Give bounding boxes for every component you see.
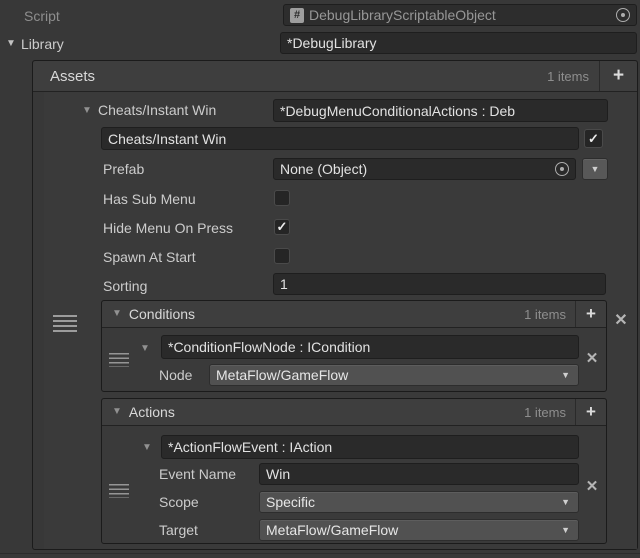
assets-add-button[interactable]: +	[599, 61, 637, 91]
cheats-foldout-icon[interactable]: ▼	[82, 105, 92, 117]
drag-handle[interactable]	[109, 353, 129, 367]
assets-title: Assets	[50, 67, 96, 85]
conditions-header: ▼ Conditions 1 items +	[102, 301, 606, 328]
actions-header: ▼ Actions 1 items +	[102, 399, 606, 426]
sorting-value: 1	[280, 276, 288, 292]
enabled-checkbox[interactable]: ✓	[584, 129, 603, 148]
node-label: Node	[159, 367, 193, 383]
object-picker-icon[interactable]	[555, 162, 569, 176]
condition-type-value: *ConditionFlowNode : ICondition	[168, 339, 371, 355]
spawn-at-start-checkbox[interactable]	[274, 248, 290, 264]
actions-title: Actions	[128, 404, 175, 420]
condition-remove-button[interactable]: ✕	[582, 349, 602, 369]
sorting-label: Sorting	[103, 278, 148, 294]
library-label: Library	[21, 36, 64, 52]
target-label: Target	[159, 522, 198, 538]
has-sub-menu-checkbox[interactable]	[274, 190, 290, 206]
assets-header: Assets 1 items +	[33, 61, 637, 92]
event-name-label: Event Name	[159, 466, 237, 482]
drag-handle[interactable]	[53, 315, 77, 332]
bottom-separator	[0, 553, 640, 554]
cheats-foldout-label: Cheats/Instant Win	[98, 102, 217, 118]
scope-label: Scope	[159, 494, 199, 510]
hide-menu-on-press-label: Hide Menu On Press	[103, 220, 233, 236]
action-item-foldout-icon[interactable]: ▼	[142, 442, 152, 454]
script-object-value: DebugLibraryScriptableObject	[309, 7, 496, 23]
menu-name-value: Cheats/Instant Win	[108, 130, 227, 147]
actions-count: 1 items	[524, 404, 566, 420]
object-picker-icon[interactable]	[616, 8, 630, 22]
condition-item-foldout-icon[interactable]: ▼	[140, 343, 150, 355]
script-file-icon: #	[290, 7, 304, 23]
conditions-list: ▼ Conditions 1 items + ▼ *ConditionFlowN…	[101, 300, 607, 392]
chevron-down-icon: ▼	[561, 497, 570, 507]
library-foldout-icon[interactable]: ▼	[6, 38, 16, 50]
node-dropdown-value: MetaFlow/GameFlow	[216, 367, 349, 383]
prefab-object-field[interactable]: None (Object)	[273, 158, 576, 180]
menu-name-input[interactable]: Cheats/Instant Win	[101, 127, 579, 150]
conditions-add-button[interactable]: +	[575, 301, 606, 327]
script-label: Script	[24, 8, 60, 24]
assets-list: Assets 1 items + ✕ ▼ Cheats/Instant Win …	[32, 60, 638, 550]
cheats-type-field[interactable]: *DebugMenuConditionalActions : Deb	[273, 99, 608, 122]
actions-list: ▼ Actions 1 items + ▼ *ActionFlowEvent :…	[101, 398, 607, 544]
assets-element-remove-button[interactable]: ✕	[610, 311, 632, 333]
sorting-input[interactable]: 1	[273, 273, 606, 295]
has-sub-menu-label: Has Sub Menu	[103, 191, 196, 207]
library-name-value: *DebugLibrary	[287, 35, 377, 51]
cheats-type-value: *DebugMenuConditionalActions : Deb	[280, 102, 516, 119]
inspector-panel: Script # DebugLibraryScriptableObject ▼ …	[0, 0, 640, 558]
scope-dropdown-value: Specific	[266, 494, 316, 510]
prefab-label: Prefab	[103, 161, 145, 177]
conditions-title: Conditions	[128, 306, 196, 322]
chevron-down-icon: ▼	[561, 370, 570, 380]
target-dropdown-value: MetaFlow/GameFlow	[266, 522, 399, 538]
event-name-input[interactable]: Win	[259, 463, 579, 485]
event-name-value: Win	[266, 466, 291, 482]
spawn-at-start-label: Spawn At Start	[103, 249, 196, 265]
scope-dropdown[interactable]: Specific ▼	[259, 491, 579, 513]
action-type-value: *ActionFlowEvent : IAction	[168, 439, 333, 455]
hide-menu-on-press-checkbox[interactable]: ✓	[274, 219, 290, 235]
chevron-down-icon: ▼	[561, 525, 570, 535]
chevron-down-icon: ▼	[590, 164, 600, 174]
assets-count: 1 items	[547, 68, 589, 84]
target-dropdown[interactable]: MetaFlow/GameFlow ▼	[259, 519, 579, 541]
actions-add-button[interactable]: +	[575, 399, 606, 425]
node-dropdown[interactable]: MetaFlow/GameFlow ▼	[209, 364, 579, 386]
prefab-dropdown-button[interactable]: ▼	[582, 158, 608, 180]
action-remove-button[interactable]: ✕	[582, 477, 602, 497]
script-object-field[interactable]: # DebugLibraryScriptableObject	[283, 4, 637, 26]
conditions-count: 1 items	[524, 306, 566, 322]
actions-foldout-icon[interactable]: ▼	[112, 406, 122, 418]
condition-type-field[interactable]: *ConditionFlowNode : ICondition	[161, 335, 579, 359]
conditions-foldout-icon[interactable]: ▼	[112, 308, 122, 320]
library-name-field[interactable]: *DebugLibrary	[280, 32, 637, 54]
prefab-object-value: None (Object)	[280, 161, 368, 177]
drag-handle[interactable]	[109, 484, 129, 498]
action-type-field[interactable]: *ActionFlowEvent : IAction	[161, 435, 579, 459]
